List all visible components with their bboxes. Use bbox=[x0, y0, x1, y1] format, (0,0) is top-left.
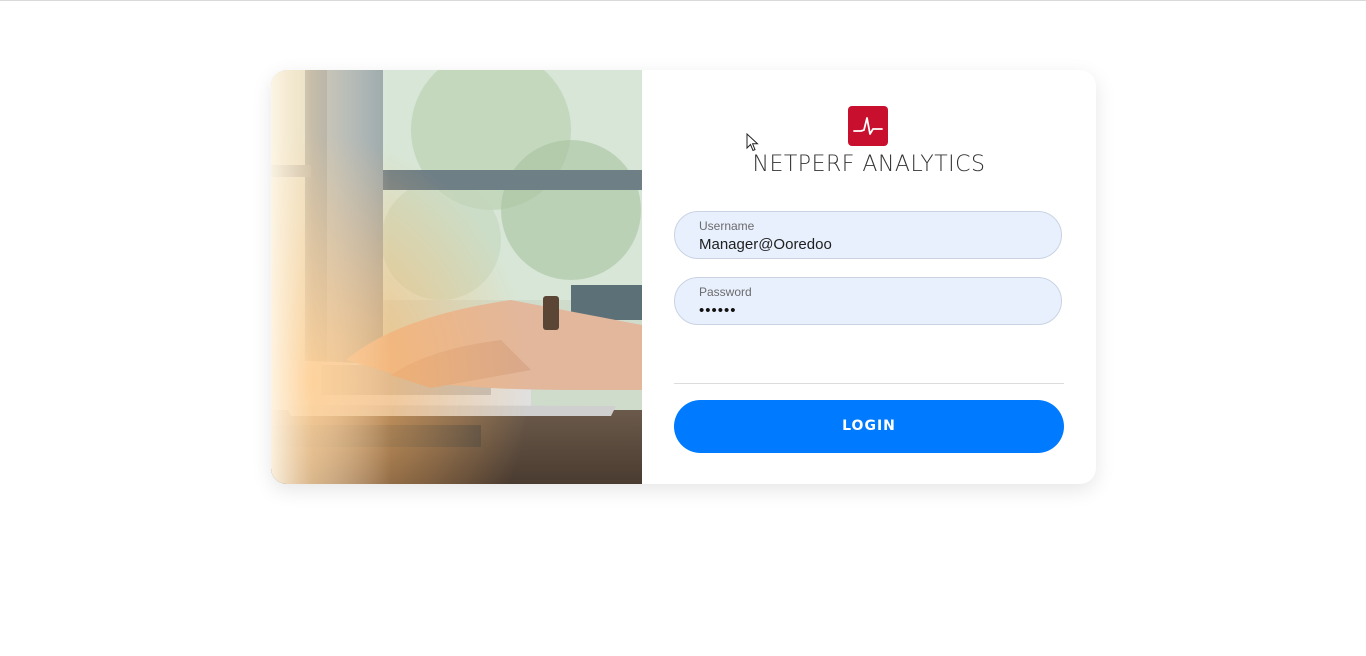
login-form-panel: NETPERF ANALYTICS Username Manager@Oored… bbox=[642, 70, 1096, 484]
password-input[interactable]: •••••• bbox=[699, 302, 737, 319]
top-divider bbox=[0, 0, 1366, 1]
username-field[interactable]: Username Manager@Ooredoo bbox=[674, 211, 1062, 259]
login-card: NETPERF ANALYTICS Username Manager@Oored… bbox=[271, 70, 1096, 484]
password-label: Password bbox=[699, 285, 752, 299]
username-input[interactable]: Manager@Ooredoo bbox=[699, 236, 832, 253]
pulse-waveform-icon bbox=[848, 106, 888, 146]
login-button[interactable]: LOGIN bbox=[674, 400, 1064, 453]
brand-name: NETPERF ANALYTICS bbox=[752, 152, 986, 177]
form-divider bbox=[674, 383, 1064, 384]
mouse-pointer-icon bbox=[746, 133, 759, 152]
username-label: Username bbox=[699, 219, 755, 233]
hero-photo bbox=[271, 70, 642, 484]
password-field[interactable]: Password •••••• bbox=[674, 277, 1062, 325]
